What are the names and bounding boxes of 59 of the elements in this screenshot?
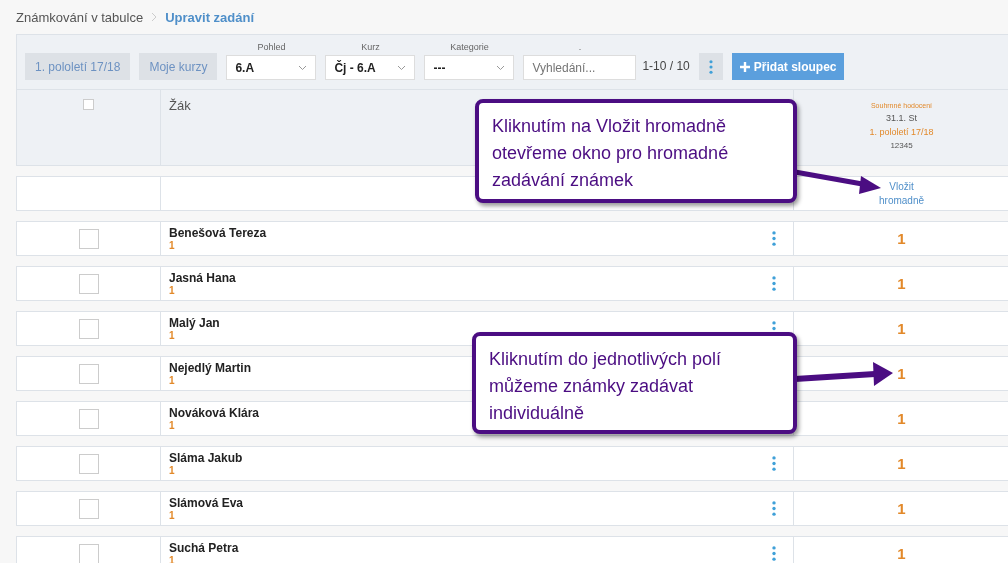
assignment-date: 31.1. St xyxy=(886,113,917,123)
assignment-period: 1. pololetí 17/18 xyxy=(869,127,934,137)
student-name: Nejedlý Martin xyxy=(169,361,252,375)
row-checkbox[interactable] xyxy=(78,273,99,294)
breadcrumb-item[interactable]: Známkování v tabulce xyxy=(16,9,144,25)
average-grade: 1 xyxy=(169,510,176,521)
add-column-button[interactable]: Přidat sloupec xyxy=(731,53,845,80)
grade-cell[interactable]: 1 xyxy=(897,320,906,337)
chevron-down-icon xyxy=(496,64,506,71)
period-button[interactable]: Moje kurzy xyxy=(139,53,218,80)
student-name: Nováková Klára xyxy=(169,406,260,420)
filter-label: Pohled xyxy=(257,42,286,52)
plus-icon xyxy=(739,61,750,72)
more-button[interactable] xyxy=(698,53,723,80)
row-checkbox[interactable] xyxy=(78,498,99,519)
grade-cell[interactable]: 1 xyxy=(897,410,906,427)
row-checkbox[interactable] xyxy=(78,363,99,384)
hint-tooltip: Kliknutím do jednotlivých polí můžeme známky zadávat individuálně xyxy=(472,332,797,434)
select-all-checkbox[interactable] xyxy=(83,99,94,110)
student-name: Sláma Jakub xyxy=(169,451,243,465)
grade-cell[interactable]: 1 xyxy=(897,545,906,562)
filter-select[interactable]: Čj - 6.A xyxy=(325,55,416,80)
chevron-down-icon xyxy=(397,64,407,71)
average-grade: 1 xyxy=(169,375,176,386)
grade-cell[interactable]: 1 xyxy=(897,275,906,292)
row-checkbox[interactable] xyxy=(78,228,99,249)
student-name: Suchá Petra xyxy=(169,541,239,555)
grade-cell[interactable]: 1 xyxy=(897,455,906,472)
average-grade: 1 xyxy=(169,240,176,251)
grade-cell[interactable]: 1 xyxy=(897,230,906,247)
chevron-icon xyxy=(151,12,158,22)
filter-label: . xyxy=(578,42,582,52)
average-grade: 1 xyxy=(169,465,176,476)
grade-cell[interactable]: 1 xyxy=(897,365,906,382)
filter-label: Kategorie xyxy=(450,42,489,52)
filter-label: Kurz xyxy=(361,42,380,52)
average-grade: 1 xyxy=(169,420,176,431)
student-name: Malý Jan xyxy=(169,316,220,330)
search-field[interactable]: Vyhledání... xyxy=(523,55,637,80)
row-checkbox[interactable] xyxy=(78,453,99,474)
bulk-entry-link[interactable]: Vložit hromadně xyxy=(871,179,932,208)
column-header: Žák xyxy=(168,97,192,115)
average-grade: 1 xyxy=(169,285,176,296)
assignment-code: 12345 xyxy=(890,141,913,150)
average-grade: 1 xyxy=(169,330,176,341)
student-name: Slámová Eva xyxy=(169,496,244,510)
filter-select[interactable]: 6.A xyxy=(226,55,317,80)
filter-select[interactable]: --- xyxy=(424,55,515,80)
row-checkbox[interactable] xyxy=(78,543,99,563)
grade-cell[interactable]: 1 xyxy=(897,500,906,517)
hint-tooltip: Kliknutím na Vložit hromadně otevřeme okno pro hromadné zadávání známek xyxy=(475,99,797,203)
pager-text: 1-10 / 10 xyxy=(642,58,690,75)
chevron-down-icon xyxy=(298,64,308,71)
period-button[interactable]: 1. pololetí 17/18 xyxy=(25,53,131,80)
student-name: Jasná Hana xyxy=(169,271,236,285)
breadcrumb-item[interactable]: Upravit zadání xyxy=(165,9,255,25)
row-checkbox[interactable] xyxy=(78,408,99,429)
student-name: Benešová Tereza xyxy=(169,226,267,240)
row-checkbox[interactable] xyxy=(78,318,99,339)
